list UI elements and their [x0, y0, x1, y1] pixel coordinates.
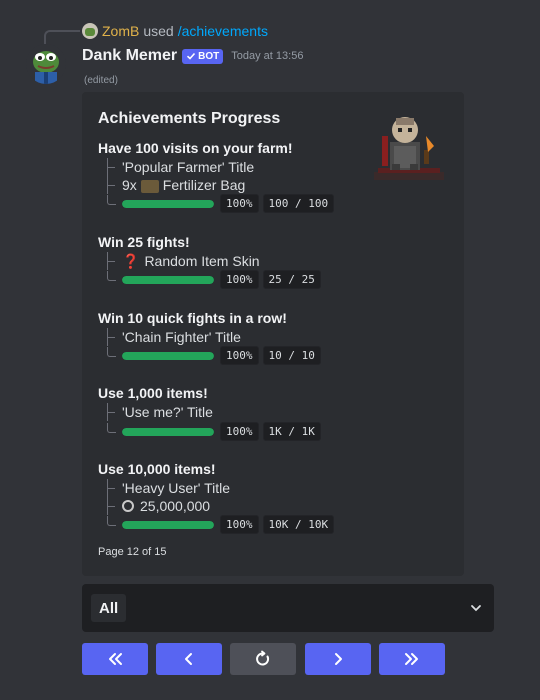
first-page-icon [109, 653, 122, 665]
reply-used-text: used [143, 23, 174, 39]
progress-bar-fill [122, 275, 214, 284]
first-page-button[interactable] [82, 643, 148, 675]
reward-text: 'Popular Farmer' Title [122, 159, 255, 175]
progress-row: 100% 1K / 1K [104, 422, 325, 441]
page-indicator: Page 12 of 15 [98, 546, 167, 558]
tree-branch-icon [104, 328, 118, 346]
message-header: Dank Memer BOT Today at 13:56 [82, 45, 303, 67]
embed-thumbnail[interactable] [368, 106, 448, 186]
reward-line: 9x Fertilizer Bag [104, 176, 245, 194]
progress-row: 100% 10K / 10K [104, 515, 338, 534]
pepe-avatar-icon [26, 44, 66, 84]
tree-branch-icon [104, 176, 118, 194]
bot-badge: BOT [182, 48, 224, 64]
bot-badge-label: BOT [198, 50, 220, 62]
question-mark-icon: ❓ [122, 252, 140, 269]
progress-bar [122, 427, 214, 436]
category-select[interactable]: All [82, 584, 494, 632]
progress-row: 100% 25 / 25 [104, 270, 325, 289]
progress-row: 100% 100 / 100 [104, 194, 338, 213]
previous-icon [185, 653, 192, 665]
bot-avatar[interactable] [26, 44, 66, 84]
progress-count: 1K / 1K [262, 422, 321, 441]
tree-branch-icon [104, 403, 118, 421]
previous-page-button[interactable] [156, 643, 222, 675]
reply-user-avatar[interactable] [82, 23, 98, 39]
reward-line: 'Popular Farmer' Title [104, 158, 254, 176]
reward-text: 'Chain Fighter' Title [122, 329, 241, 345]
tree-end-icon [104, 422, 118, 441]
reward-text: 'Heavy User' Title [122, 480, 231, 496]
tree-end-icon [104, 515, 118, 534]
progress-count: 10 / 10 [262, 346, 321, 365]
embed-title: Achievements Progress [98, 110, 281, 127]
reply-command[interactable]: /achievements [178, 23, 268, 39]
next-icon [335, 653, 342, 665]
progress-count: 10K / 10K [262, 515, 335, 534]
achievement-title: Use 1,000 items! [98, 385, 208, 401]
refresh-icon [256, 650, 270, 666]
achievement-title: Win 10 quick fights in a row! [98, 310, 287, 326]
reply-connector [44, 30, 80, 44]
progress-bar [122, 275, 214, 284]
message-timestamp[interactable]: Today at 13:56 [231, 50, 303, 62]
reward-text: Fertilizer Bag [162, 177, 246, 193]
progress-percent: 100% [220, 515, 259, 534]
progress-row: 100% 10 / 10 [104, 346, 325, 365]
tree-branch-icon [104, 497, 118, 515]
reward-line: ❓ Random Item Skin [104, 252, 260, 270]
progress-bar-fill [122, 351, 214, 360]
achievement-title: Use 10,000 items! [98, 461, 216, 477]
bot-username[interactable]: Dank Memer [82, 47, 177, 65]
progress-bar [122, 351, 214, 360]
reward-text: 'Use me?' Title [122, 404, 213, 420]
reward-text: 25,000,000 [140, 498, 211, 514]
progress-count: 100 / 100 [262, 194, 335, 213]
tree-end-icon [104, 194, 118, 213]
achievements-embed: Achievements Progress Have 100 visits on… [82, 92, 464, 576]
progress-percent: 100% [220, 346, 259, 365]
reward-text: Random Item Skin [144, 253, 260, 269]
selected-option[interactable]: All [91, 594, 127, 622]
tree-end-icon [104, 346, 118, 365]
refresh-button[interactable] [230, 643, 296, 675]
reward-line: 'Use me?' Title [104, 403, 213, 421]
reply-username[interactable]: ZomB [102, 23, 139, 39]
progress-percent: 100% [220, 194, 259, 213]
reward-line: 25,000,000 [104, 497, 210, 515]
checkmark-icon [187, 52, 196, 60]
progress-percent: 100% [220, 270, 259, 289]
achievement-title: Have 100 visits on your farm! [98, 140, 293, 156]
progress-bar-fill [122, 199, 214, 208]
tree-end-icon [104, 270, 118, 289]
tree-branch-icon [104, 252, 118, 270]
progress-bar-fill [122, 427, 214, 436]
fertilizer-bag-icon [140, 179, 159, 193]
progress-bar [122, 199, 214, 208]
reward-line: 'Heavy User' Title [104, 479, 230, 497]
last-page-button[interactable] [379, 643, 445, 675]
last-page-icon [405, 653, 418, 665]
edited-label: (edited) [84, 75, 118, 86]
progress-count: 25 / 25 [262, 270, 321, 289]
progress-bar [122, 520, 214, 529]
next-page-button[interactable] [305, 643, 371, 675]
chevron-down-icon[interactable] [470, 602, 482, 614]
reward-quantity: 9x [122, 177, 137, 193]
achievement-title: Win 25 fights! [98, 234, 190, 250]
tree-branch-icon [104, 158, 118, 176]
progress-bar-fill [122, 520, 214, 529]
skeleton-character-icon [374, 117, 444, 180]
tree-branch-icon [104, 479, 118, 497]
coin-icon [122, 500, 134, 512]
progress-percent: 100% [220, 422, 259, 441]
reward-line: 'Chain Fighter' Title [104, 328, 241, 346]
reply-reference[interactable]: ZomB used /achievements [82, 22, 268, 40]
